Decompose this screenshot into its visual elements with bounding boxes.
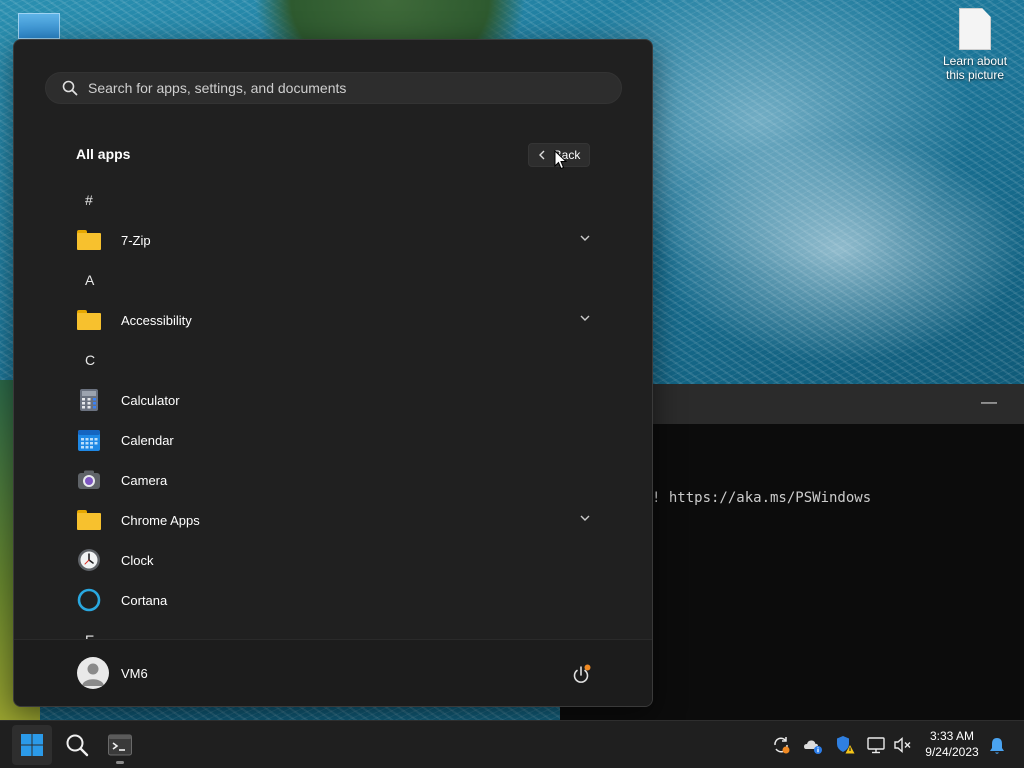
mouse-cursor: [554, 150, 568, 170]
taskbar-terminal-button[interactable]: [100, 725, 140, 765]
folder-icon: [77, 228, 101, 252]
update-badge: [584, 664, 591, 671]
app-item-chrome-apps[interactable]: Chrome Apps: [14, 500, 652, 540]
start-search-box[interactable]: [45, 72, 622, 104]
start-menu-footer: VM6: [14, 639, 652, 706]
user-icon: [82, 663, 104, 686]
app-name: Clock: [121, 552, 154, 568]
taskbar-clock[interactable]: 3:33 AM 9/24/2023: [918, 728, 986, 760]
app-item-calendar[interactable]: Calendar: [14, 420, 652, 460]
calendar-icon: [78, 430, 100, 451]
start-button[interactable]: [12, 725, 52, 765]
app-item-calculator[interactable]: Calculator: [14, 380, 652, 420]
chevron-down-icon[interactable]: [580, 234, 590, 242]
clock-time: 3:33 AM: [929, 729, 975, 743]
user-name[interactable]: VM6: [121, 666, 148, 681]
app-item-clock[interactable]: Clock: [14, 540, 652, 580]
chevron-down-icon[interactable]: [580, 314, 590, 322]
terminal-output: ! https://aka.ms/PSWindows: [652, 490, 872, 506]
bell-icon[interactable]: [987, 736, 1007, 756]
app-name: Camera: [121, 472, 168, 488]
cortana-icon: [77, 588, 101, 612]
desktop-icon-label: Learn about this picture: [942, 54, 1008, 82]
calculator-icon: [80, 389, 98, 411]
app-item-camera[interactable]: Camera: [14, 460, 652, 500]
taskbar-search-button[interactable]: [57, 725, 97, 765]
search-icon: [62, 80, 78, 96]
avatar[interactable]: [77, 657, 109, 689]
clock-date: 9/24/2023: [925, 745, 979, 759]
app-item-accessibility[interactable]: Accessibility: [14, 300, 652, 340]
desktop-icon-partial[interactable]: [18, 13, 60, 39]
app-name: Accessibility: [121, 312, 192, 328]
camera-icon: [78, 470, 100, 489]
taskbar: 3:33 AM 9/24/2023: [0, 720, 1024, 768]
sync-warning-icon[interactable]: [771, 735, 791, 755]
terminal-icon: [108, 734, 132, 756]
app-item-7zip[interactable]: 7-Zip: [14, 220, 652, 260]
onedrive-info-icon[interactable]: [803, 735, 823, 755]
app-name: Calculator: [121, 392, 180, 408]
start-menu: All apps Back # 7-Zip A Accessibility C: [13, 39, 653, 707]
desktop-icon-learn-about-picture[interactable]: Learn about this picture: [936, 8, 1014, 82]
section-letter-e[interactable]: E: [14, 620, 652, 640]
chevron-left-icon: [538, 150, 545, 160]
app-name: Cortana: [121, 592, 168, 608]
all-apps-list[interactable]: # 7-Zip A Accessibility C Calculator Cal…: [14, 180, 652, 640]
section-letter-a[interactable]: A: [14, 260, 652, 300]
app-name: Calendar: [121, 432, 174, 448]
chevron-down-icon[interactable]: [580, 514, 590, 522]
running-indicator: [116, 761, 124, 764]
defender-warning-icon[interactable]: [835, 735, 855, 755]
app-item-cortana[interactable]: Cortana: [14, 580, 652, 620]
folder-icon: [77, 508, 101, 532]
minimize-button[interactable]: —: [976, 392, 1002, 416]
section-letter-c[interactable]: C: [14, 340, 652, 380]
volume-muted-icon[interactable]: [893, 735, 913, 755]
power-icon[interactable]: [570, 664, 592, 686]
folder-icon: [77, 308, 101, 332]
clock-icon: [78, 549, 100, 571]
search-input[interactable]: [88, 80, 621, 96]
network-icon[interactable]: [866, 735, 886, 755]
section-letter-hash[interactable]: #: [14, 180, 652, 220]
search-icon: [66, 734, 89, 757]
app-name: 7-Zip: [121, 232, 151, 248]
document-icon: [959, 8, 991, 50]
start-icon: [21, 734, 43, 756]
all-apps-title: All apps: [76, 146, 131, 162]
app-name: Chrome Apps: [121, 512, 200, 528]
